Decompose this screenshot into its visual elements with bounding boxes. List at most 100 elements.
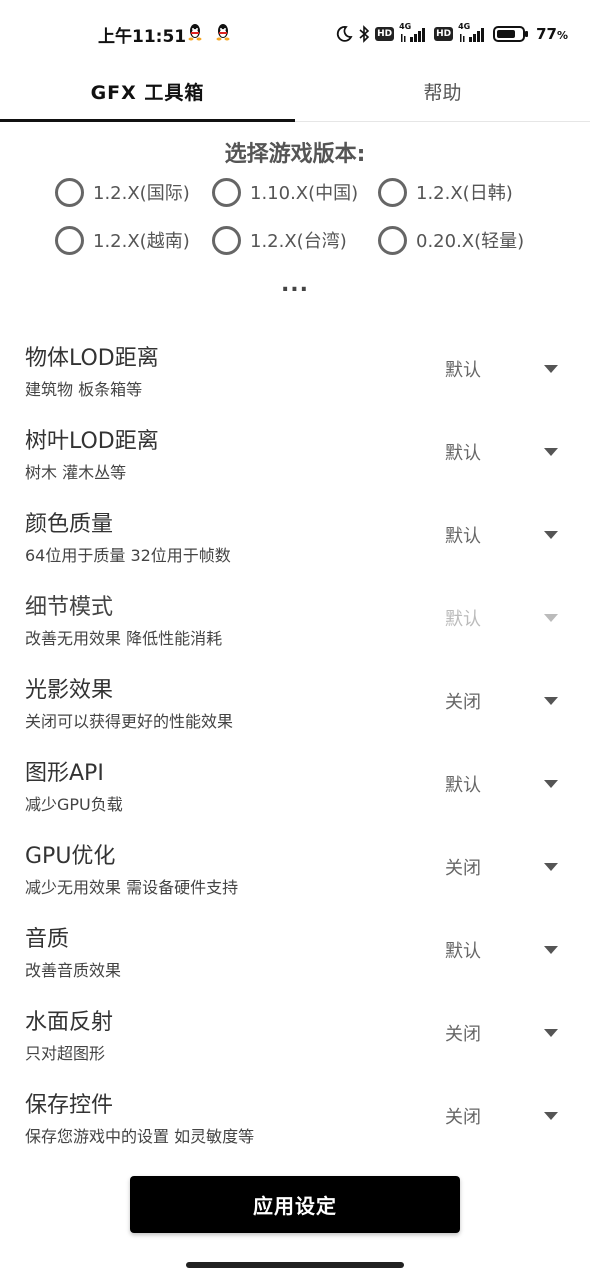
dropdown-value: 关闭 <box>445 1024 481 1045</box>
setting-subtitle: 建筑物 板条箱等 <box>25 380 143 399</box>
setting-title: 物体LOD距离 <box>25 346 159 371</box>
setting-row-object-lod: 物体LOD距离 建筑物 板条箱等 默认 <box>0 340 590 423</box>
more-versions-button[interactable]: ... <box>0 272 590 297</box>
setting-subtitle: 改善音质效果 <box>25 961 122 980</box>
dropdown-value: 默认 <box>445 360 481 381</box>
radio-circle <box>378 225 407 255</box>
setting-dropdown[interactable]: 关闭 <box>442 684 562 718</box>
home-indicator[interactable] <box>186 1262 404 1268</box>
setting-dropdown[interactable]: 默认 <box>442 352 562 386</box>
setting-subtitle: 关闭可以获得更好的性能效果 <box>25 712 234 731</box>
setting-subtitle: 改善无用效果 降低性能消耗 <box>25 629 223 648</box>
radio-circle <box>212 177 241 207</box>
setting-dropdown[interactable]: 关闭 <box>442 1099 562 1133</box>
tab-indicator <box>0 119 295 122</box>
version-title: 选择游戏版本: <box>224 142 366 167</box>
setting-dropdown[interactable]: 关闭 <box>442 1016 562 1050</box>
setting-row-save-controls: 保存控件 保存您游戏中的设置 如灵敏度等 关闭 <box>0 1087 590 1170</box>
version-radio-option[interactable]: 1.2.X(日韩) <box>378 170 513 214</box>
app-screen: 上午11:51 HD 4G HD 4G 77% GFX 工具箱 帮助 选择游戏版… <box>0 0 590 1278</box>
caret-down-icon <box>544 531 558 539</box>
radio-label: 0.20.X(轻量) <box>416 231 525 252</box>
battery-icon <box>493 25 529 43</box>
version-radio-option[interactable]: 1.10.X(中国) <box>212 170 358 214</box>
setting-title: 树叶LOD距离 <box>25 429 159 454</box>
radio-circle <box>378 177 407 207</box>
setting-title: 水面反射 <box>25 1010 114 1035</box>
status-icons: HD 4G HD 4G 77% <box>335 22 568 46</box>
setting-subtitle: 减少GPU负载 <box>25 795 123 814</box>
setting-row-detail-mode: 细节模式 改善无用效果 降低性能消耗 默认 <box>0 589 590 672</box>
setting-title: GPU优化 <box>25 844 116 869</box>
battery-percent-value: 77 <box>536 25 557 43</box>
dropdown-value: 关闭 <box>445 692 481 713</box>
radio-label: 1.2.X(国际) <box>93 183 190 204</box>
radio-label: 1.2.X(日韩) <box>416 183 513 204</box>
version-radio-option[interactable]: 1.2.X(越南) <box>55 218 190 262</box>
caret-down-icon <box>544 697 558 705</box>
apply-settings-button[interactable]: 应用设定 <box>130 1176 460 1233</box>
setting-row-water-reflection: 水面反射 只对超图形 关闭 <box>0 1004 590 1087</box>
tab-bar: GFX 工具箱 帮助 <box>0 60 590 122</box>
setting-row-graphics-api: 图形API 减少GPU负载 默认 <box>0 755 590 838</box>
radio-circle <box>212 225 241 255</box>
tab-gfx-toolbox[interactable]: GFX 工具箱 <box>0 60 295 122</box>
signal-icon: 4G <box>458 22 488 44</box>
bluetooth-icon <box>358 25 370 43</box>
battery-percent-unit: % <box>556 29 568 42</box>
version-radio-option[interactable]: 1.2.X(国际) <box>55 170 190 214</box>
dropdown-value: 默认 <box>445 609 481 630</box>
setting-title: 细节模式 <box>25 595 114 620</box>
hd-badge: HD <box>434 27 454 41</box>
setting-subtitle: 树木 灌木丛等 <box>25 463 127 482</box>
battery-percent: 77% <box>536 25 568 43</box>
setting-subtitle: 保存您游戏中的设置 如灵敏度等 <box>25 1127 255 1146</box>
setting-subtitle: 减少无用效果 需设备硬件支持 <box>25 878 239 897</box>
caret-down-icon <box>544 780 558 788</box>
setting-row-foliage-lod: 树叶LOD距离 树木 灌木丛等 默认 <box>0 423 590 506</box>
setting-title: 光影效果 <box>25 678 114 703</box>
dropdown-value: 默认 <box>445 443 481 464</box>
status-bar: 上午11:51 HD 4G HD 4G 77% <box>0 0 590 68</box>
caret-down-icon <box>544 946 558 954</box>
radio-circle <box>55 177 84 207</box>
caret-down-icon <box>544 448 558 456</box>
setting-row-shadow-effects: 光影效果 关闭可以获得更好的性能效果 关闭 <box>0 672 590 755</box>
signal-icon: 4G <box>399 22 429 44</box>
dropdown-value: 默认 <box>445 775 481 796</box>
setting-subtitle: 只对超图形 <box>25 1044 106 1063</box>
setting-title: 颜色质量 <box>25 512 114 537</box>
dropdown-value: 关闭 <box>445 1107 481 1128</box>
setting-dropdown[interactable]: 默认 <box>442 933 562 967</box>
setting-dropdown[interactable]: 关闭 <box>442 850 562 884</box>
setting-row-color-quality: 颜色质量 64位用于质量 32位用于帧数 默认 <box>0 506 590 589</box>
qq-icon <box>216 23 230 41</box>
setting-subtitle: 64位用于质量 32位用于帧数 <box>25 546 231 565</box>
radio-label: 1.2.X(台湾) <box>250 231 347 252</box>
version-radio-option[interactable]: 1.2.X(台湾) <box>212 218 347 262</box>
caret-down-icon <box>544 614 558 622</box>
moon-icon <box>335 25 353 43</box>
setting-title: 保存控件 <box>25 1093 114 1118</box>
setting-dropdown[interactable]: 默认 <box>442 518 562 552</box>
caret-down-icon <box>544 1029 558 1037</box>
dropdown-value: 默认 <box>445 941 481 962</box>
qq-icon <box>188 23 202 41</box>
setting-dropdown[interactable]: 默认 <box>442 435 562 469</box>
setting-row-gpu-optimization: GPU优化 减少无用效果 需设备硬件支持 关闭 <box>0 838 590 921</box>
radio-label: 1.10.X(中国) <box>250 183 359 204</box>
setting-title: 音质 <box>25 927 70 952</box>
tab-help[interactable]: 帮助 <box>295 60 590 122</box>
version-radio-option[interactable]: 0.20.X(轻量) <box>378 218 524 262</box>
hd-badge: HD <box>375 27 395 41</box>
radio-circle <box>55 225 84 255</box>
setting-row-audio-quality: 音质 改善音质效果 默认 <box>0 921 590 1004</box>
setting-dropdown[interactable]: 默认 <box>442 767 562 801</box>
caret-down-icon <box>544 1112 558 1120</box>
dropdown-value: 默认 <box>445 526 481 547</box>
radio-label: 1.2.X(越南) <box>93 231 190 252</box>
status-time: 上午11:51 <box>98 27 187 47</box>
caret-down-icon <box>544 365 558 373</box>
setting-dropdown: 默认 <box>442 601 562 635</box>
caret-down-icon <box>544 863 558 871</box>
